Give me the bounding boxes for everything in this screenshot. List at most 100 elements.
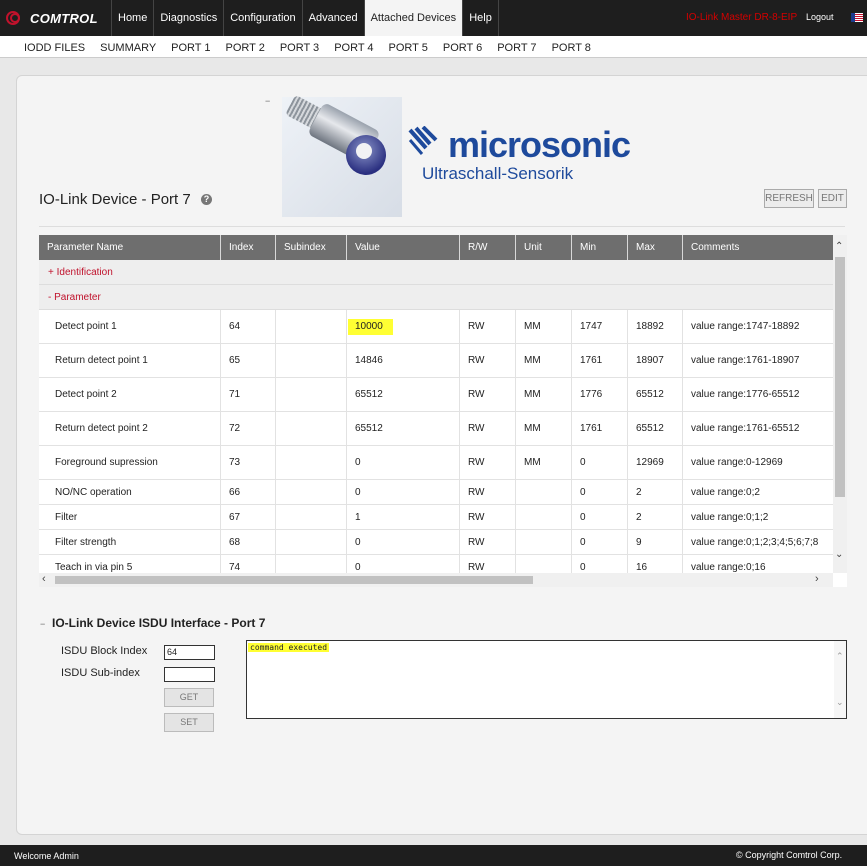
cell-subindex <box>276 310 347 343</box>
cell-value[interactable]: 0 <box>347 480 460 504</box>
scroll-down-icon[interactable]: ⌄ <box>836 697 844 708</box>
subnav-port-2[interactable]: PORT 2 <box>226 36 265 57</box>
cell-max: 18907 <box>628 344 683 377</box>
cell-value-text: 0 <box>355 561 361 573</box>
scroll-left-icon[interactable]: ‹ <box>42 573 46 585</box>
cell-rw: RW <box>460 310 516 343</box>
isdu-result-box[interactable]: command executed ⌃ ⌄ <box>246 640 847 719</box>
cell-value[interactable]: 65512 <box>347 378 460 411</box>
scroll-right-icon[interactable]: › <box>815 573 819 585</box>
cell-unit <box>516 480 572 504</box>
cell-value[interactable]: 14846 <box>347 344 460 377</box>
cell-comments: value range:0;2 <box>683 480 833 504</box>
cell-rw-text: RW <box>468 389 485 400</box>
isdu-section-title: IO-Link Device ISDU Interface - Port 7 <box>52 616 266 630</box>
subnav-port-5[interactable]: PORT 5 <box>389 36 428 57</box>
cell-index: 71 <box>221 378 276 411</box>
nav-home[interactable]: Home <box>111 0 153 36</box>
scroll-down-icon[interactable]: ⌄ <box>835 549 843 560</box>
nav-configuration[interactable]: Configuration <box>223 0 301 36</box>
table-row[interactable]: Return detect point 1 65 14846 RW MM 1761 1890… <box>39 344 833 378</box>
cell-subindex <box>276 446 347 479</box>
nav-diagnostics[interactable]: Diagnostics <box>153 0 223 36</box>
cell-max: 65512 <box>628 412 683 445</box>
nav-attached-devices[interactable]: Attached Devices <box>363 0 463 36</box>
isdu-sub-index-label: ISDU Sub-index <box>61 667 140 679</box>
cell-value[interactable]: 65512 <box>347 412 460 445</box>
cell-value[interactable]: 0 <box>347 446 460 479</box>
refresh-button[interactable]: REFRESH <box>764 189 814 208</box>
cell-unit: MM <box>516 378 572 411</box>
cell-index-text: 73 <box>229 457 241 468</box>
cell-min: 0 <box>572 505 628 529</box>
cell-index: 66 <box>221 480 276 504</box>
nav-advanced[interactable]: Advanced <box>301 0 364 36</box>
cell-min: 1761 <box>572 412 628 445</box>
cell-value[interactable]: 1 <box>347 505 460 529</box>
subnav-port-7[interactable]: PORT 7 <box>497 36 536 57</box>
cell-value[interactable]: 0 <box>347 530 460 554</box>
table-row[interactable]: Foreground supression 73 0 RW MM 0 12969 value … <box>39 446 833 480</box>
cell-index: 64 <box>221 310 276 343</box>
subnav-port-6[interactable]: PORT 6 <box>443 36 482 57</box>
cell-value[interactable]: 10000 <box>347 310 460 343</box>
cell-value-text: 10000 <box>348 318 393 335</box>
group-identification[interactable]: + Identification <box>39 260 833 285</box>
cell-min-text: 0 <box>580 457 586 468</box>
cell-parameter-name-text: Detect point 2 <box>55 389 117 400</box>
scrollbar-thumb[interactable] <box>55 576 533 584</box>
scrollbar-thumb[interactable] <box>835 257 845 497</box>
table-vertical-scrollbar[interactable]: ⌃ ⌄ <box>833 235 847 573</box>
comtrol-logo[interactable]: COMTROL <box>6 8 98 28</box>
cell-unit: MM <box>516 310 572 343</box>
cell-rw-text: RW <box>468 321 485 332</box>
isdu-block-index-label: ISDU Block Index <box>61 645 148 657</box>
edit-button[interactable]: EDIT <box>818 189 847 208</box>
cell-parameter-name: Filter <box>39 505 221 529</box>
comtrol-logo-text: COMTROL <box>30 10 98 26</box>
subnav-port-1[interactable]: PORT 1 <box>171 36 210 57</box>
logout-link[interactable]: Logout <box>806 12 834 22</box>
cell-rw-text: RW <box>468 536 485 548</box>
isdu-collapse-icon[interactable]: − <box>40 619 45 629</box>
table-row[interactable]: Detect point 2 71 65512 RW MM 1776 65512 value … <box>39 378 833 412</box>
table-row[interactable]: Filter strength 68 0 RW 0 9 value range:0;1;2;… <box>39 530 833 555</box>
cell-parameter-name: NO/NC operation <box>39 480 221 504</box>
group-parameter[interactable]: - Parameter <box>39 285 833 310</box>
cell-min: 0 <box>572 446 628 479</box>
subnav-iodd-files[interactable]: IODD FILES <box>24 36 85 57</box>
cell-comments: value range:1776-65512 <box>683 378 833 411</box>
image-collapse-icon[interactable]: − <box>265 96 270 106</box>
table-row[interactable]: Return detect point 2 72 65512 RW MM 1761 6551… <box>39 412 833 446</box>
col-min: Min <box>572 235 628 260</box>
table-row[interactable]: Detect point 1 64 10000 RW MM 1747 18892 value … <box>39 310 833 344</box>
col-value: Value <box>347 235 460 260</box>
us-flag-icon[interactable] <box>851 13 863 22</box>
scroll-up-icon[interactable]: ⌃ <box>836 651 844 662</box>
cell-comments-text: value range:1761-18907 <box>691 355 800 366</box>
subnav-port-8[interactable]: PORT 8 <box>552 36 591 57</box>
cell-parameter-name-text: Filter strength <box>55 536 117 548</box>
set-button[interactable]: SET <box>164 713 214 732</box>
table-row[interactable]: NO/NC operation 66 0 RW 0 2 value range:0;2 <box>39 480 833 505</box>
cell-min-text: 1761 <box>580 423 603 434</box>
cell-max: 18892 <box>628 310 683 343</box>
nav-help[interactable]: Help <box>462 0 499 36</box>
isdu-block-index-input[interactable]: 64 <box>164 645 215 660</box>
result-scrollbar[interactable]: ⌃ ⌄ <box>834 641 846 718</box>
table-horizontal-scrollbar[interactable]: ‹ › <box>39 573 833 587</box>
get-button[interactable]: GET <box>164 688 214 707</box>
help-icon[interactable]: ? <box>201 194 212 205</box>
isdu-sub-index-input[interactable] <box>164 667 215 682</box>
cell-parameter-name: Detect point 1 <box>39 310 221 343</box>
table-row[interactable]: Filter 67 1 RW 0 2 value range:0;1;2 <box>39 505 833 530</box>
subnav-summary[interactable]: SUMMARY <box>100 36 156 57</box>
scroll-up-icon[interactable]: ⌃ <box>835 241 843 252</box>
cell-value-text: 1 <box>355 511 361 523</box>
subnav-port-4[interactable]: PORT 4 <box>334 36 373 57</box>
cell-comments-text: value range:0;16 <box>691 561 766 573</box>
cell-parameter-name-text: Return detect point 2 <box>55 423 148 434</box>
cell-unit: MM <box>516 446 572 479</box>
cell-index-text: 74 <box>229 561 241 573</box>
subnav-port-3[interactable]: PORT 3 <box>280 36 319 57</box>
